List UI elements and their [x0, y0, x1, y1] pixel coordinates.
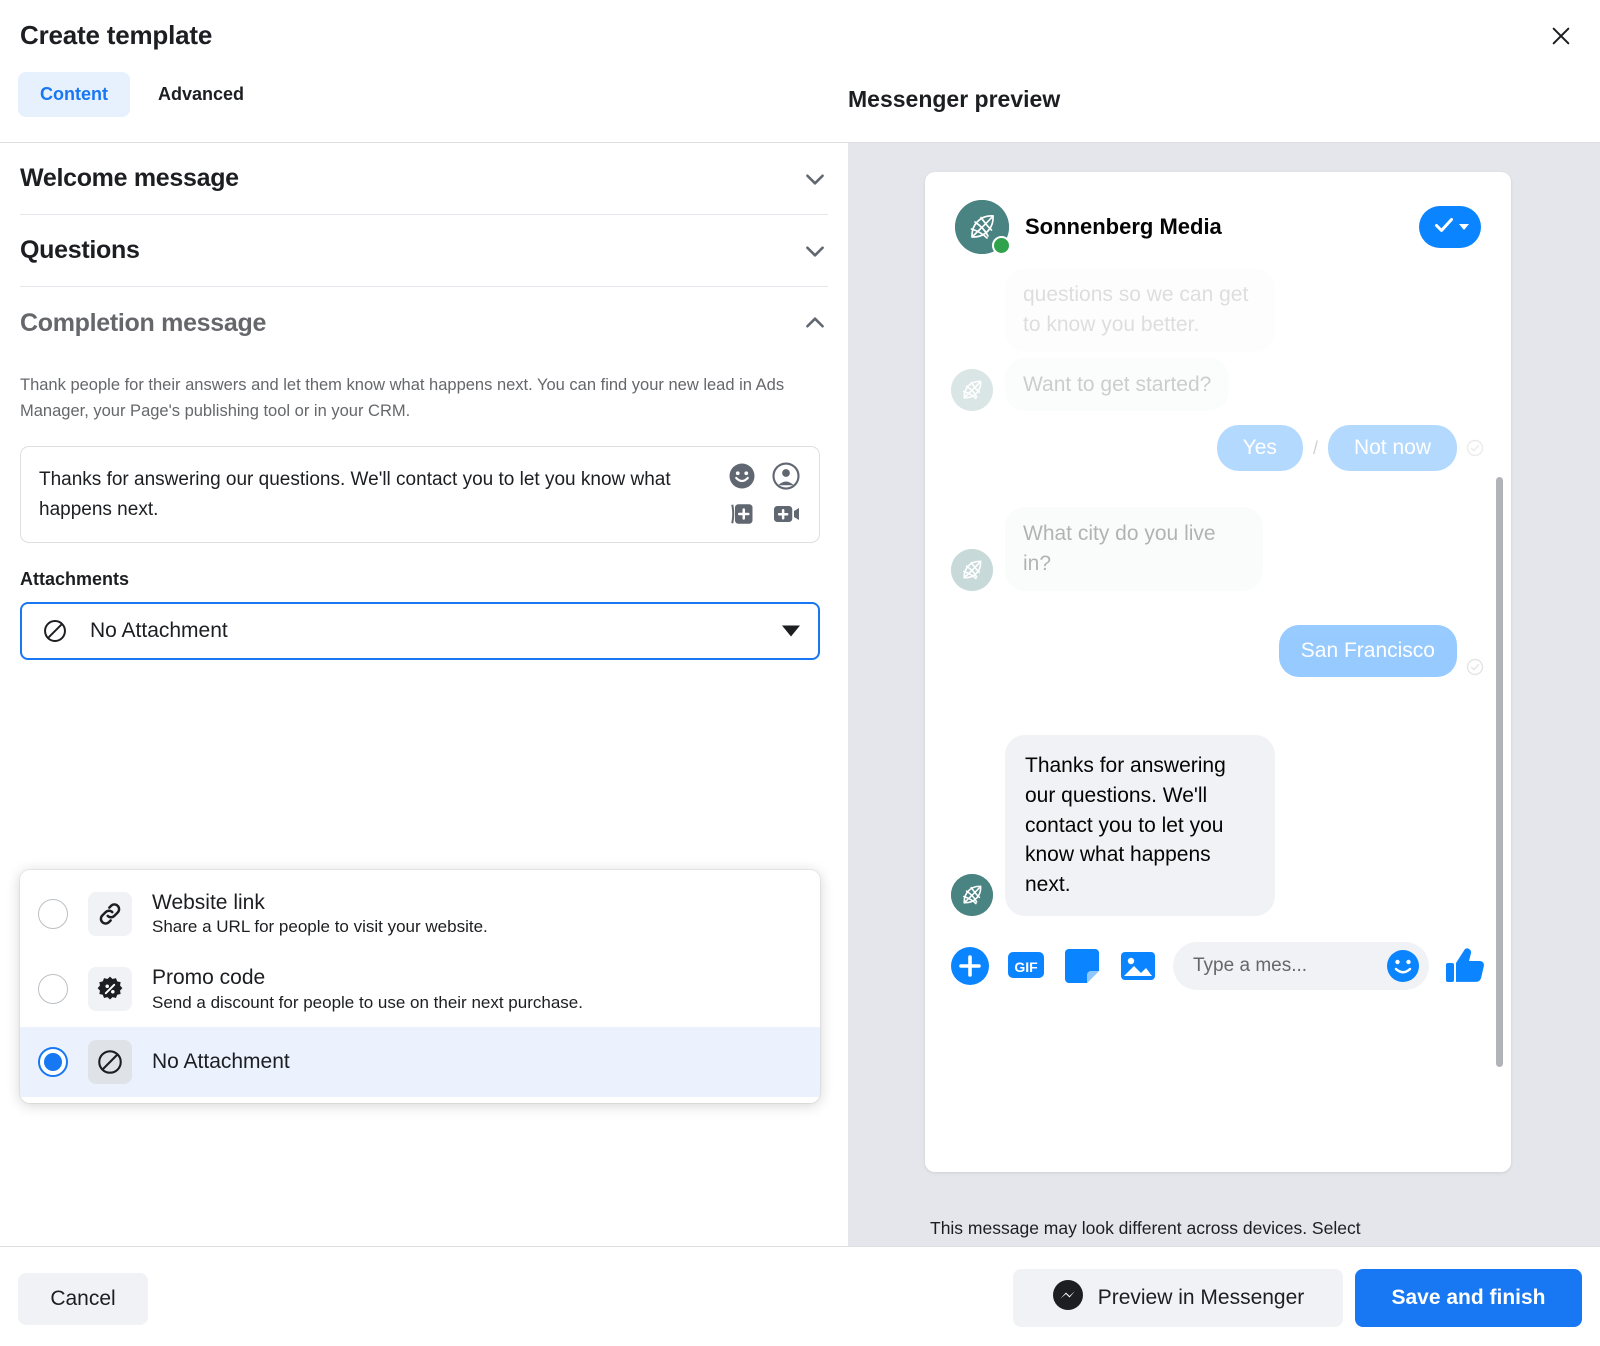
- section-welcome-title: Welcome message: [20, 164, 239, 193]
- preview-disclaimer: This message may look different across d…: [930, 1215, 1520, 1241]
- message-bubble: San Francisco: [1279, 625, 1457, 677]
- messenger-icon: [1052, 1279, 1084, 1317]
- percent-badge-icon: [88, 967, 132, 1011]
- chevron-down-icon: [802, 166, 828, 192]
- option-description: Share a URL for people to visit your web…: [152, 917, 488, 936]
- option-name: No Attachment: [152, 1050, 290, 1073]
- dropdown-option-website-link[interactable]: Website link Share a URL for people to v…: [20, 876, 820, 951]
- quick-reply-not-now[interactable]: Not now: [1328, 425, 1457, 471]
- close-icon: [1550, 25, 1572, 50]
- messenger-preview-panel: Sonnenberg Media questions so we can get…: [848, 143, 1600, 1246]
- plus-icon[interactable]: [949, 945, 991, 987]
- save-and-finish-button[interactable]: Save and finish: [1355, 1269, 1582, 1327]
- thread-scrollbar[interactable]: [1496, 477, 1503, 1067]
- chevron-down-icon: [782, 626, 800, 637]
- avatar: [955, 200, 1009, 254]
- chevron-down-icon: [802, 238, 828, 264]
- add-image-icon[interactable]: [727, 499, 757, 529]
- radio-website-link[interactable]: [38, 899, 68, 929]
- conversation-header: Sonnenberg Media: [925, 172, 1511, 254]
- no-attachment-icon: [36, 612, 74, 650]
- page-name: Sonnenberg Media: [1025, 214, 1222, 240]
- messenger-composer: GIF Type a mes...: [925, 922, 1511, 1016]
- link-icon: [88, 892, 132, 936]
- dropdown-option-promo-code[interactable]: Promo code Send a discount for people to…: [20, 951, 820, 1026]
- online-status-dot: [992, 236, 1011, 255]
- check-icon: [1432, 213, 1456, 242]
- section-questions-title: Questions: [20, 236, 140, 265]
- message-bubble: questions so we can get to know you bett…: [1005, 268, 1275, 352]
- message-row-incoming: questions so we can get to know you bett…: [951, 268, 1485, 352]
- section-completion-message[interactable]: Completion message: [20, 287, 828, 359]
- message-row-incoming: What city do you live in?: [951, 507, 1485, 591]
- attachments-label: Attachments: [20, 569, 828, 590]
- page-title: Create template: [20, 20, 212, 51]
- delivered-check-icon: [1465, 657, 1485, 677]
- quick-reply-separator: /: [1303, 438, 1328, 459]
- create-template-modal: Create template Content Advanced Messeng…: [0, 0, 1600, 1346]
- attachment-selected-value: No Attachment: [90, 619, 228, 643]
- modal-header: Create template Content Advanced Messeng…: [0, 0, 1600, 143]
- content-panel: Welcome message Questions Completion mes…: [0, 143, 848, 1246]
- message-input-placeholder: Type a mes...: [1193, 955, 1377, 977]
- add-video-icon[interactable]: [771, 499, 801, 529]
- dropdown-option-no-attachment[interactable]: No Attachment: [20, 1027, 820, 1097]
- message-row-outgoing: San Francisco: [951, 625, 1485, 677]
- message-bubble: What city do you live in?: [1005, 507, 1263, 591]
- completion-message-bubble: Thanks for answering our questions. We'l…: [1005, 735, 1275, 916]
- delivered-check-icon: [1465, 438, 1485, 458]
- tab-content[interactable]: Content: [18, 72, 130, 117]
- no-attachment-icon: [88, 1040, 132, 1084]
- dropdown-option-text: Promo code Send a discount for people to…: [152, 964, 583, 1013]
- sticker-icon[interactable]: [1061, 945, 1103, 987]
- message-thread: questions so we can get to know you bett…: [925, 254, 1511, 916]
- photo-icon[interactable]: [1117, 945, 1159, 987]
- cancel-button[interactable]: Cancel: [18, 1273, 148, 1325]
- completion-message-field[interactable]: Thanks for answering our questions. We'l…: [20, 446, 820, 543]
- verified-badge-button[interactable]: [1419, 206, 1481, 248]
- modal-footer: Cancel Preview in Messenger Save and fin…: [0, 1246, 1600, 1346]
- close-button[interactable]: [1540, 16, 1582, 58]
- dropdown-option-text: Website link Share a URL for people to v…: [152, 889, 488, 938]
- radio-promo-code[interactable]: [38, 974, 68, 1004]
- svg-text:GIF: GIF: [1014, 959, 1038, 975]
- completion-helper-text: Thank people for their answers and let t…: [20, 373, 826, 424]
- radio-no-attachment[interactable]: [38, 1047, 68, 1077]
- option-description: Send a discount for people to use on the…: [152, 993, 583, 1012]
- thumbs-up-icon[interactable]: [1443, 944, 1487, 988]
- gif-icon[interactable]: GIF: [1005, 945, 1047, 987]
- phone-preview-card: Sonnenberg Media questions so we can get…: [925, 172, 1511, 1172]
- tab-advanced[interactable]: Advanced: [136, 72, 266, 117]
- sonnenberg-leaf-logo: [951, 369, 993, 411]
- message-row-incoming: Thanks for answering our questions. We'l…: [951, 735, 1485, 916]
- sonnenberg-leaf-logo: [951, 874, 993, 916]
- completion-message-value: Thanks for answering our questions. We'l…: [39, 465, 709, 524]
- option-name: Website link: [152, 891, 265, 914]
- preview-in-messenger-label: Preview in Messenger: [1098, 1286, 1305, 1310]
- section-completion-title: Completion message: [20, 309, 266, 338]
- message-tool-icons: [727, 461, 805, 529]
- message-input[interactable]: Type a mes...: [1173, 942, 1429, 990]
- chevron-down-icon: [1459, 224, 1469, 230]
- option-name: Promo code: [152, 966, 265, 989]
- quick-reply-yes[interactable]: Yes: [1217, 425, 1303, 471]
- dropdown-option-text: No Attachment: [152, 1048, 290, 1075]
- section-questions[interactable]: Questions: [20, 215, 828, 287]
- section-welcome-message[interactable]: Welcome message: [20, 143, 828, 215]
- tab-bar: Content Advanced: [18, 72, 266, 117]
- message-row-incoming: Want to get started?: [951, 358, 1485, 412]
- sonnenberg-leaf-logo: [951, 549, 993, 591]
- message-bubble: Want to get started?: [1005, 358, 1229, 412]
- personalization-icon[interactable]: [771, 461, 801, 491]
- preview-in-messenger-button[interactable]: Preview in Messenger: [1013, 1269, 1343, 1327]
- chevron-up-icon: [802, 310, 828, 336]
- attachment-dropdown-menu: Website link Share a URL for people to v…: [20, 870, 820, 1103]
- emoji-icon[interactable]: [1385, 948, 1421, 984]
- quick-reply-row: Yes / Not now: [951, 425, 1485, 471]
- messenger-preview-label: Messenger preview: [848, 86, 1060, 113]
- attachment-select[interactable]: No Attachment: [20, 602, 820, 660]
- emoji-icon[interactable]: [727, 461, 757, 491]
